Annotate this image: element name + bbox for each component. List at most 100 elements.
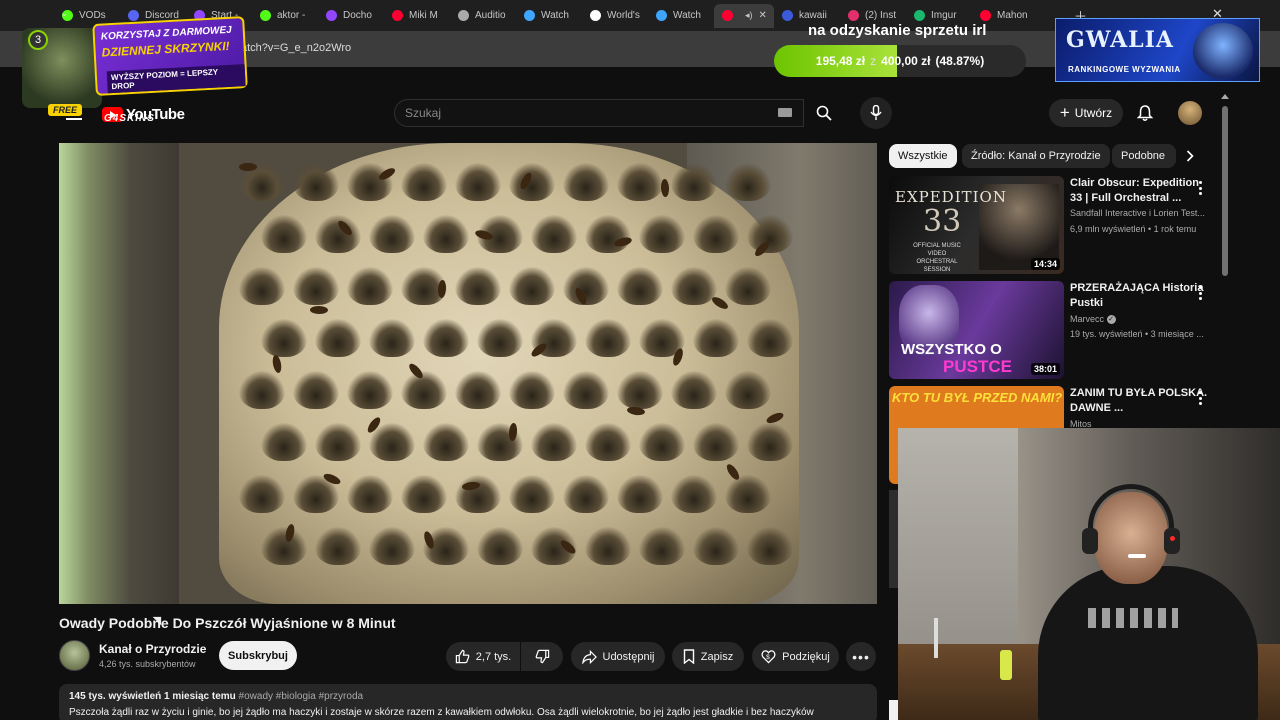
wasp (710, 294, 730, 312)
nest-cell (401, 163, 447, 201)
search-box[interactable] (394, 99, 804, 127)
tab-favicon-icon (524, 10, 535, 21)
rec-thumbnail-1[interactable]: EXPEDITION 33 OFFICIAL MUSIC VIDEO ORCHE… (889, 176, 1064, 274)
tab-favicon-icon (980, 10, 991, 21)
browser-tab[interactable]: Watch (648, 4, 714, 28)
nest-cell (747, 423, 793, 461)
scroll-up-arrow-icon[interactable] (1221, 94, 1229, 99)
tab-label: Watch (673, 10, 701, 21)
url-text[interactable]: /watch?v=G_e_n2o2Wro (230, 42, 351, 54)
chips-next-button[interactable] (1180, 146, 1200, 166)
nest-cell (725, 163, 771, 201)
nest-cell (239, 267, 285, 305)
browser-tab[interactable]: aktor - (252, 4, 318, 28)
more-horizontal-icon: ••• (852, 648, 870, 665)
donation-goal-text: 195,48 zł z 400,00 zł (48.87%) (774, 45, 1026, 77)
chip-related[interactable]: Podobne (1112, 144, 1176, 168)
rec-2-meta: 19 tys. wyświetleń • 3 miesiące ... (1070, 329, 1204, 339)
tab-label: Miki M (409, 10, 438, 21)
nest-cell (617, 267, 663, 305)
bell-icon (1136, 105, 1154, 121)
nest-cell (531, 215, 577, 253)
nest-cell (617, 163, 663, 201)
rec-2-channel-name: Marvecc (1070, 314, 1105, 324)
nest-cell (693, 319, 739, 357)
tab-favicon-icon (914, 10, 925, 21)
nest-cell (639, 423, 685, 461)
rec-2-more-icon[interactable] (1196, 286, 1204, 300)
gwalia-banner: GWALIA RANKINGOWE WYZWANIA (1055, 18, 1260, 82)
rec-2-title[interactable]: PRZERAŻAJĄCA Historia Pustki (1070, 281, 1210, 311)
nest-cell (531, 423, 577, 461)
tab-label: World's (607, 10, 640, 21)
account-avatar[interactable] (1178, 101, 1202, 125)
nest-cell (747, 527, 793, 565)
nest-cell (509, 475, 555, 513)
channel-name[interactable]: Kanał o Przyrodzie (99, 642, 206, 656)
browser-tab[interactable]: World's (582, 4, 648, 28)
rec-1-thumb-caption: OFFICIAL MUSIC VIDEO ORCHESTRAL SESSION (913, 243, 961, 273)
nest-cell (509, 163, 555, 201)
rec-3-more-icon[interactable] (1196, 391, 1204, 405)
tab-search-icon[interactable]: ⌄ (60, 8, 68, 19)
nest-cell (347, 475, 393, 513)
tab-label: aktor - (277, 10, 306, 21)
rec-thumbnail-2[interactable]: WSZYSTKO O PUSTCE 38:01 (889, 281, 1064, 379)
share-button[interactable]: Udostępnij (571, 642, 665, 671)
nest-cell (239, 475, 285, 513)
keyboard-icon[interactable] (778, 108, 792, 117)
browser-tab[interactable]: Docho (318, 4, 384, 28)
dislike-button[interactable] (521, 642, 563, 671)
chip-from-channel[interactable]: Źródło: Kanał o Przyrodzie (962, 144, 1110, 168)
wasp (660, 178, 670, 198)
browser-tab[interactable]: ◂) ✕ (714, 3, 774, 28)
channel-avatar[interactable] (59, 640, 90, 671)
nest-cell (239, 371, 285, 409)
chip-all[interactable]: Wszystkie (889, 144, 957, 168)
nest-cell (747, 215, 793, 253)
gwalia-subtitle: RANKINGOWE WYZWANIA (1068, 65, 1181, 74)
nest-cell (693, 423, 739, 461)
microphone-icon (870, 105, 882, 120)
description-meta: 145 tys. wyświetleń 1 miesiąc temu #owad… (69, 691, 363, 702)
more-actions-button[interactable]: ••• (846, 642, 876, 671)
video-title: Owady Podobne Do Pszczół Wyjaśnione w 8 … (59, 615, 396, 631)
thanks-button[interactable]: $ Podziękuj (752, 642, 839, 671)
save-button[interactable]: Zapisz (672, 642, 744, 671)
create-button[interactable]: + Utwórz (1049, 99, 1123, 127)
scrollbar-thumb[interactable] (1222, 106, 1228, 276)
nest-cell (693, 527, 739, 565)
browser-tab[interactable]: Watch (516, 4, 582, 28)
promo-brand: G4SKINS (104, 113, 155, 124)
search-input[interactable] (395, 100, 803, 126)
nest-cell (455, 475, 501, 513)
video-player[interactable] (59, 143, 877, 604)
browser-tab[interactable]: Miki M (384, 4, 450, 28)
rec-2-channel[interactable]: Marvecc ✓ (1070, 314, 1116, 325)
rec-1-channel[interactable]: Sandfall Interactive i Lorien Test... (1070, 208, 1205, 218)
subscribe-button[interactable]: Subskrybuj (219, 641, 297, 670)
nest-cell (725, 371, 771, 409)
browser-tab[interactable]: Auditio (450, 4, 516, 28)
search-button[interactable] (804, 99, 844, 127)
rec-3-thumb-text: KTO TU BYŁ PRZED NAMI? (892, 390, 1063, 405)
rec-2-thumb-line1: WSZYSTKO O (901, 341, 1002, 358)
rec-1-title[interactable]: Clair Obscur: Expedition 33 | Full Orche… (1070, 176, 1210, 206)
hashtags[interactable]: #owady #biologia #przyroda (239, 691, 364, 702)
voice-search-button[interactable] (860, 97, 892, 129)
nest-cell (639, 527, 685, 565)
create-label: Utwórz (1074, 106, 1113, 120)
gwalia-character-art (1193, 23, 1253, 79)
nest-cell (261, 527, 307, 565)
rec-1-more-icon[interactable] (1196, 181, 1204, 195)
notifications-button[interactable] (1136, 104, 1154, 127)
webcam-person-body (1038, 566, 1258, 720)
like-button[interactable]: 2,7 tys. (446, 642, 520, 671)
rec-3-title[interactable]: ZANIM TU BYŁA POLSKA. DAWNE ... (1070, 386, 1210, 416)
heart-dollar-icon: $ (761, 650, 776, 664)
tab-close-icon[interactable]: ✕ (759, 10, 767, 21)
nest-cell (347, 371, 393, 409)
tab-favicon-icon (326, 10, 337, 21)
nest-cell (671, 267, 717, 305)
tab-audio-icon[interactable]: ◂) (745, 10, 753, 21)
